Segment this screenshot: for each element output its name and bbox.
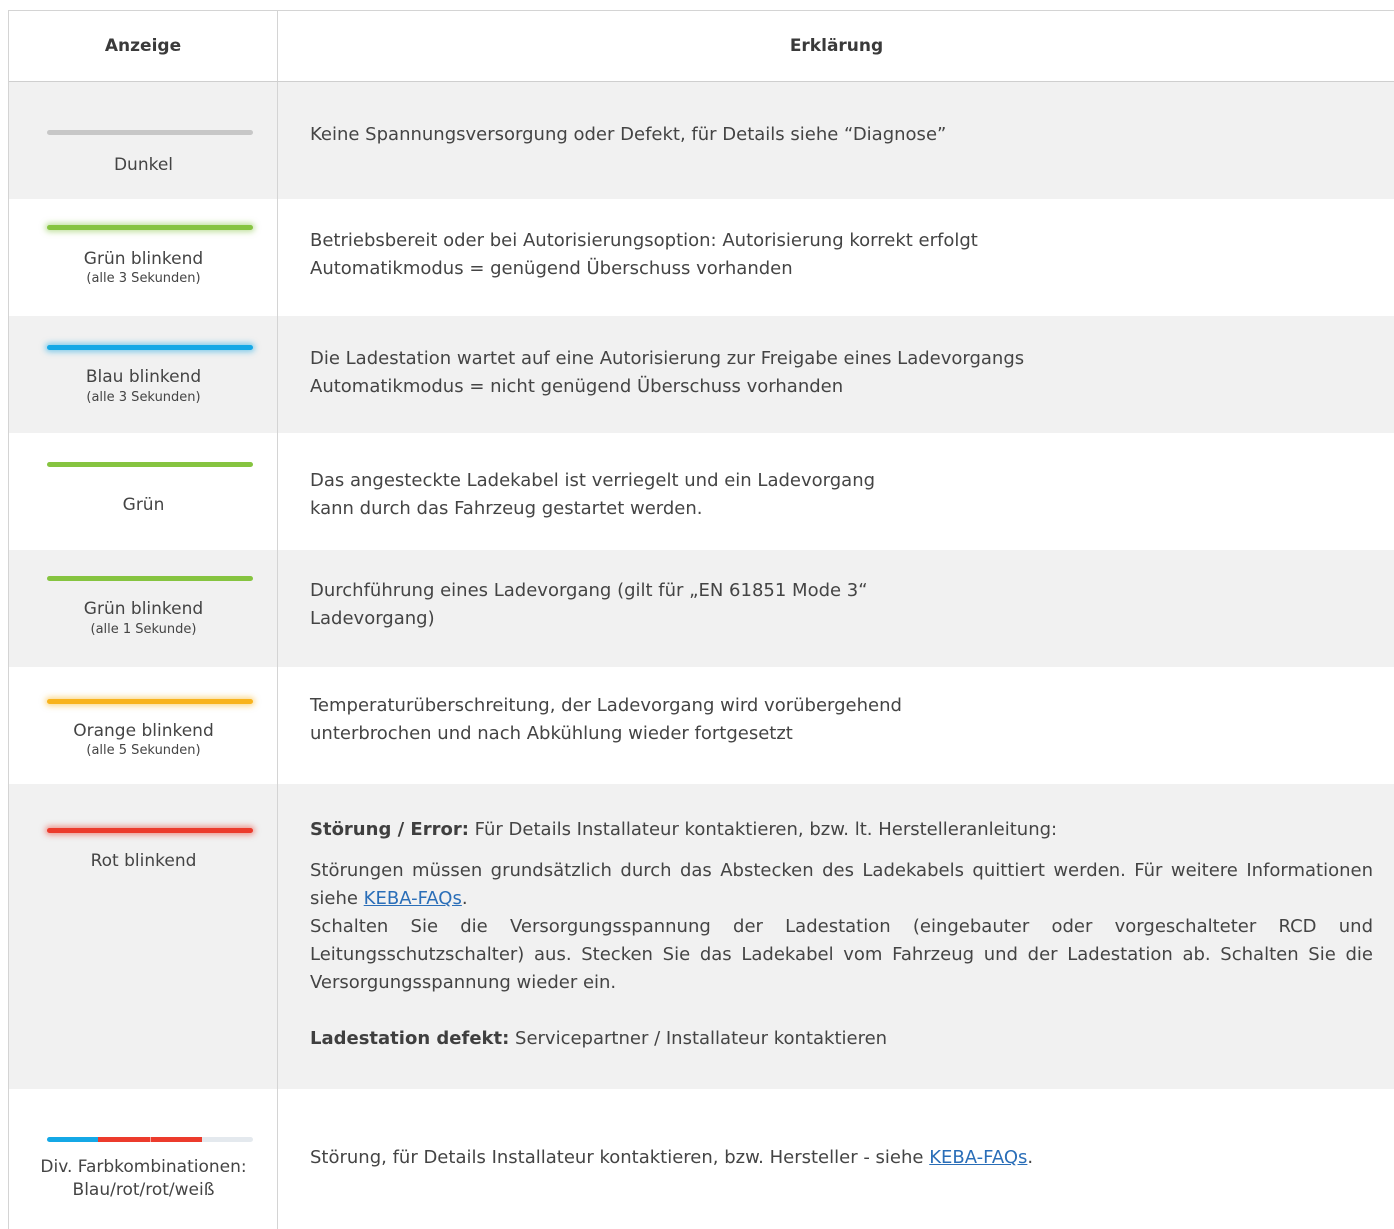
error-paragraph: Störungen müssen grundsätzlich durch das…: [310, 857, 1373, 913]
led-label-combination: Blau/rot/rot/weiß: [72, 1180, 215, 1200]
explanation-line: Das angesteckte Ladekabel ist verriegelt…: [310, 470, 876, 491]
table-row: Dunkel Keine Spannungsversorgung oder De…: [9, 82, 1394, 199]
explanation-text: Störung, für Details Installateur kontak…: [310, 1147, 930, 1168]
explanation-line: unterbrochen und nach Abkühlung wieder f…: [310, 723, 793, 744]
led-multicolor-bar-icon: [47, 1137, 253, 1142]
display-cell: Div. Farbkombinationen: Blau/rot/rot/wei…: [9, 1089, 278, 1229]
explanation-cell: Störung, für Details Installateur kontak…: [278, 1089, 1394, 1229]
explanation-end: .: [1027, 1147, 1034, 1168]
explanation-line: Ladevorgang): [310, 608, 435, 629]
table-header: Anzeige Erklärung: [9, 11, 1394, 82]
defect-title: Ladestation defekt:: [310, 1028, 510, 1049]
led-label: Grün blinkend: [83, 599, 204, 619]
explanation-line: Keine Spannungsversorgung oder Defekt, f…: [310, 124, 947, 145]
led-label: Div. Farbkombinationen:: [40, 1157, 247, 1177]
explanation-cell: Die Ladestation wartet auf eine Autorisi…: [278, 316, 1394, 433]
table-row: Grün Das angesteckte Ladekabel ist verri…: [9, 433, 1394, 550]
explanation-cell: Das angesteckte Ladekabel ist verriegelt…: [278, 433, 1394, 550]
explanation-line: Temperaturüberschreitung, der Ladevorgan…: [310, 695, 902, 716]
display-cell: Grün blinkend (alle 3 Sekunden): [9, 199, 278, 316]
explanation-line: kann durch das Fahrzeug gestartet werden…: [310, 498, 703, 519]
header-explanation: Erklärung: [789, 36, 884, 56]
led-label: Blau blinkend: [85, 367, 202, 387]
table-row: Grün blinkend (alle 1 Sekunde) Durchführ…: [9, 550, 1394, 667]
explanation-cell: Störung / Error: Für Details Installateu…: [278, 784, 1394, 1089]
led-orange-glow-icon: [47, 699, 253, 704]
explanation-cell: Durchführung eines Ladevorgang (gilt für…: [278, 550, 1394, 667]
table-row: Orange blinkend (alle 5 Sekunden) Temper…: [9, 667, 1394, 784]
led-green-bar-icon: [47, 462, 253, 467]
led-label: Grün: [122, 495, 165, 515]
led-label: Grün blinkend: [83, 249, 204, 269]
explanation-line: Automatikmodus = genügend Überschuss vor…: [310, 258, 793, 279]
explanation-cell: Temperaturüberschreitung, der Ladevorgan…: [278, 667, 1394, 784]
led-green-bar-icon: [47, 576, 253, 581]
led-label: Rot blinkend: [90, 851, 197, 871]
keba-faq-link[interactable]: KEBA-FAQs: [929, 1147, 1027, 1168]
table-row: Div. Farbkombinationen: Blau/rot/rot/wei…: [9, 1089, 1394, 1229]
error-paragraph-text: Störungen müssen grundsätzlich durch das…: [310, 860, 1373, 909]
table-row: Grün blinkend (alle 3 Sekunden) Betriebs…: [9, 199, 1394, 316]
reset-instructions: Schalten Sie die Versorgungsspannung der…: [310, 916, 1373, 993]
explanation-line: Automatikmodus = nicht genügend Überschu…: [310, 376, 844, 397]
keba-faq-link[interactable]: KEBA-FAQs: [364, 888, 462, 909]
led-label: Dunkel: [113, 155, 174, 175]
led-red-glow-icon: [47, 828, 253, 833]
display-cell: Rot blinkend: [9, 784, 278, 1089]
defect-text: Servicepartner / Installateur kontaktier…: [509, 1028, 888, 1049]
explanation-line: Durchführung eines Ladevorgang (gilt für…: [310, 580, 868, 601]
error-paragraph-end: .: [461, 888, 468, 909]
table-row: Rot blinkend Störung / Error: Für Detail…: [9, 784, 1394, 1089]
table-row: Blau blinkend (alle 3 Sekunden) Die Lade…: [9, 316, 1394, 433]
explanation-cell: Betriebsbereit oder bei Autorisierungsop…: [278, 199, 1394, 316]
led-status-table: Anzeige Erklärung Dunkel Keine Spannungs…: [8, 10, 1394, 1229]
explanation-line: Betriebsbereit oder bei Autorisierungsop…: [310, 230, 978, 251]
led-label: Orange blinkend: [73, 721, 214, 741]
error-title: Störung / Error:: [310, 819, 469, 840]
explanation-line: Störung, für Details Installateur kontak…: [310, 1144, 1373, 1172]
led-blue-glow-icon: [47, 345, 253, 350]
led-interval: (alle 1 Sekunde): [90, 622, 197, 637]
error-text: Für Details Installateur kontaktieren, b…: [468, 819, 1058, 840]
display-cell: Grün: [9, 433, 278, 550]
defect-heading: Ladestation defekt: Servicepartner / Ins…: [310, 1025, 1373, 1053]
led-green-glow-icon: [47, 225, 253, 230]
header-display: Anzeige: [9, 11, 278, 81]
display-cell: Blau blinkend (alle 3 Sekunden): [9, 316, 278, 433]
led-gray-bar-icon: [47, 130, 253, 135]
display-cell: Orange blinkend (alle 5 Sekunden): [9, 667, 278, 784]
led-interval: (alle 3 Sekunden): [86, 390, 201, 405]
error-heading: Störung / Error: Für Details Installateu…: [310, 816, 1373, 844]
led-interval: (alle 5 Sekunden): [86, 743, 201, 758]
led-interval: (alle 3 Sekunden): [86, 271, 201, 286]
display-cell: Dunkel: [9, 82, 278, 199]
explanation-cell: Keine Spannungsversorgung oder Defekt, f…: [278, 82, 1394, 199]
display-cell: Grün blinkend (alle 1 Sekunde): [9, 550, 278, 667]
explanation-line: Die Ladestation wartet auf eine Autorisi…: [310, 348, 1025, 369]
